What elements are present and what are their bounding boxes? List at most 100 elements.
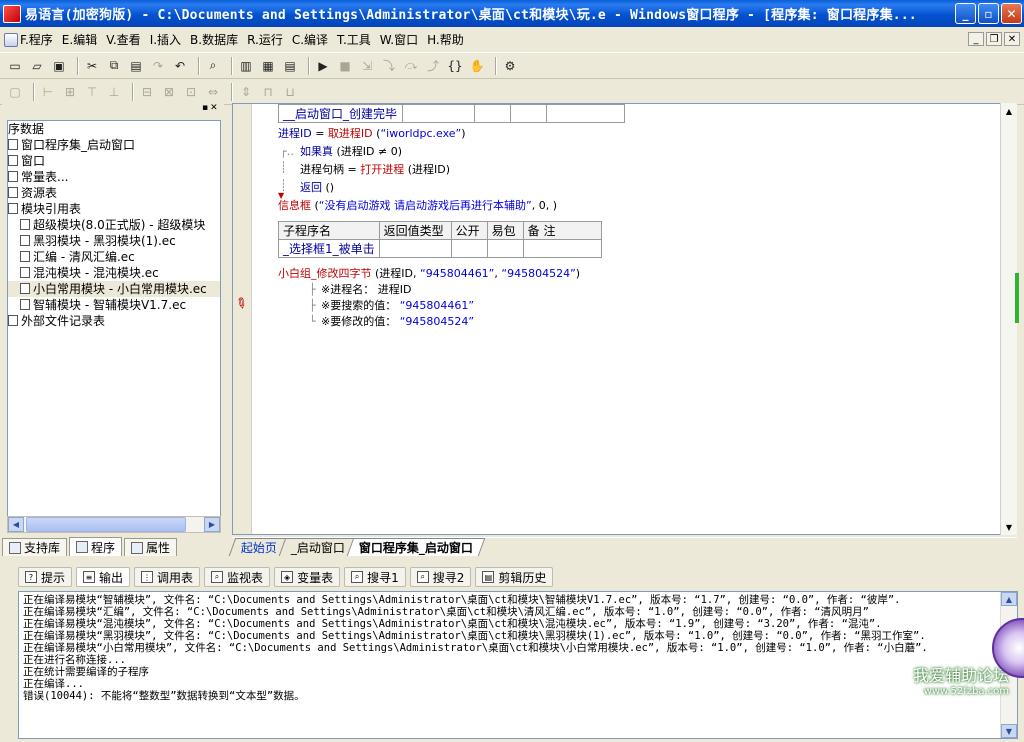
scroll-up-icon[interactable]: ▲ — [1001, 592, 1017, 606]
save-icon[interactable]: ▣ — [50, 57, 68, 75]
step-over-icon[interactable]: ⤼ — [402, 57, 420, 75]
mdi-restore-button[interactable]: ❐ — [986, 32, 1002, 46]
tab-search2[interactable]: ⌕ 搜寻2 — [409, 567, 472, 587]
close-button[interactable]: ✕ — [1001, 3, 1022, 24]
db-tool-icon[interactable]: ⚙ — [501, 57, 519, 75]
align-top-icon[interactable]: ⊤ — [83, 83, 101, 101]
menu-compile[interactable]: C.编译 — [292, 31, 328, 48]
tree-item[interactable]: 混沌模块 - 混沌模块.ec — [8, 265, 220, 281]
menu-tools[interactable]: T.工具 — [337, 31, 371, 48]
align-center-icon[interactable]: ⊞ — [61, 83, 79, 101]
tree-item[interactable]: 常量表... — [8, 169, 220, 185]
layout-3-icon[interactable]: ▤ — [281, 57, 299, 75]
table-cell[interactable]: _选择框1_被单击 — [278, 239, 380, 258]
run-icon[interactable]: ▶ — [314, 57, 332, 75]
space-v-icon[interactable]: ⇕ — [237, 83, 255, 101]
scroll-down-icon[interactable]: ▼ — [1001, 519, 1017, 535]
table-cell[interactable] — [546, 104, 625, 123]
tab-hint[interactable]: ? 提示 — [18, 567, 73, 587]
same-width-icon[interactable]: ⊟ — [138, 83, 156, 101]
tree-item[interactable]: 汇编 - 清风汇编.ec — [8, 249, 220, 265]
same-size-icon[interactable]: ⊡ — [182, 83, 200, 101]
tab-search1[interactable]: ⌕ 搜寻1 — [344, 567, 406, 587]
tree-item[interactable]: 模块引用表 — [8, 201, 220, 217]
center-h-icon[interactable]: ⊓ — [259, 83, 277, 101]
panel-close-icon[interactable]: ✕ — [210, 103, 218, 113]
tree-hscrollbar[interactable]: ◀ ▶ — [7, 516, 221, 533]
tab-call-table[interactable]: ⋮ 调用表 — [134, 567, 201, 587]
tree-item[interactable]: 窗口程序集_启动窗口 — [8, 137, 220, 153]
table-cell[interactable] — [378, 239, 452, 258]
tab-properties[interactable]: 属性 — [124, 538, 178, 556]
find-icon[interactable]: ⌕ — [204, 57, 222, 75]
code-line[interactable]: 如果真 (进程ID ≠ 0) — [300, 144, 402, 160]
table-cell[interactable] — [450, 239, 488, 258]
scroll-left-icon[interactable]: ◀ — [8, 517, 24, 532]
redo-icon[interactable]: ↷ — [149, 57, 167, 75]
mdi-close-button[interactable]: ✕ — [1004, 32, 1020, 46]
menu-program[interactable]: F.程序 — [4, 31, 53, 48]
table-cell[interactable] — [486, 239, 524, 258]
code-editor[interactable]: __启动窗口_创建完毕 进程ID = 取进程ID (“iworldpc.exe”… — [232, 103, 1017, 535]
menu-database[interactable]: B.数据库 — [190, 31, 238, 48]
menu-help[interactable]: H.帮助 — [427, 31, 464, 48]
menu-run[interactable]: R.运行 — [247, 31, 283, 48]
stop-icon[interactable]: ■ — [336, 57, 354, 75]
align-grid-icon[interactable]: ▢ — [6, 83, 24, 101]
new-file-icon[interactable]: ▭ — [6, 57, 24, 75]
table-cell[interactable] — [522, 239, 602, 258]
menu-window[interactable]: W.窗口 — [380, 31, 418, 48]
tab-watch[interactable]: ⌕ 监视表 — [204, 567, 271, 587]
scroll-thumb[interactable] — [1015, 273, 1019, 323]
tree-item[interactable]: 窗口 — [8, 153, 220, 169]
tab-output[interactable]: ≡ 输出 — [76, 567, 131, 587]
tree-item[interactable]: 外部文件记录表 — [8, 313, 220, 329]
paste-icon[interactable]: ▤ — [127, 57, 145, 75]
tab-program-set[interactable]: 窗口程序集_启动窗口 — [346, 538, 486, 556]
center-v-icon[interactable]: ⊔ — [281, 83, 299, 101]
tab-variables[interactable]: ◈ 变量表 — [274, 567, 341, 587]
menu-edit[interactable]: E.编辑 — [62, 31, 97, 48]
panel-pin-icon[interactable]: ▪ — [202, 103, 208, 113]
tree-item-selected[interactable]: 小白常用模块 - 小白常用模块.ec — [8, 281, 220, 297]
tree-item[interactable]: 黑羽模块 - 黑羽模块(1).ec — [8, 233, 220, 249]
editor-vscrollbar[interactable]: ▲ ▼ — [1000, 103, 1019, 535]
tree-item[interactable]: 超级模块(8.0正式版) - 超级模块 — [8, 217, 220, 233]
tree-item[interactable]: 序数据 — [8, 121, 220, 137]
step-into-icon[interactable]: ⤵ — [380, 57, 398, 75]
mdi-minimize-button[interactable]: _ — [968, 32, 984, 46]
minimize-button[interactable]: _ — [955, 3, 976, 24]
cut-icon[interactable]: ✂ — [83, 57, 101, 75]
tab-support-lib[interactable]: 支持库 — [2, 538, 68, 556]
table-cell[interactable] — [402, 104, 475, 123]
undo-icon[interactable]: ↶ — [171, 57, 189, 75]
same-height-icon[interactable]: ⊠ — [160, 83, 178, 101]
code-line[interactable]: 小白组_修改四字节 (进程ID, “945804461”, “945804524… — [278, 266, 580, 282]
space-h-icon[interactable]: ⇔ — [204, 83, 222, 101]
tab-program[interactable]: 程序 — [69, 537, 123, 556]
table-cell[interactable] — [474, 104, 511, 123]
hand-icon[interactable]: ✋ — [468, 57, 486, 75]
tab-startup-window[interactable]: _启动窗口 — [278, 538, 358, 556]
layout-2-icon[interactable]: ▦ — [259, 57, 277, 75]
align-bottom-icon[interactable]: ⊥ — [105, 83, 123, 101]
align-left-icon[interactable]: ⊢ — [39, 83, 57, 101]
sub-name-cell[interactable]: __启动窗口_创建完毕 — [278, 104, 403, 123]
tree-item[interactable]: 资源表 — [8, 185, 220, 201]
maximize-button[interactable]: ▫ — [978, 3, 999, 24]
open-folder-icon[interactable]: ▱ — [28, 57, 46, 75]
scroll-right-icon[interactable]: ▶ — [204, 517, 220, 532]
menu-view[interactable]: V.查看 — [106, 31, 140, 48]
code-line[interactable]: 进程句柄 = 打开进程 (进程ID) — [300, 162, 450, 178]
table-cell[interactable] — [510, 104, 547, 123]
scroll-up-icon[interactable]: ▲ — [1001, 103, 1017, 119]
step-icon[interactable]: ⇲ — [358, 57, 376, 75]
braces-icon[interactable]: {} — [446, 57, 464, 75]
code-area[interactable]: __启动窗口_创建完毕 进程ID = 取进程ID (“iworldpc.exe”… — [233, 104, 1016, 534]
output-panel[interactable]: 正在编译易模块“智辅模块”, 文件名: “C:\Documents and Se… — [18, 591, 1018, 739]
layout-1-icon[interactable]: ▥ — [237, 57, 255, 75]
code-line[interactable]: 信息框 (“没有启动游戏 请启动游戏后再进行本辅助”, 0, ) — [278, 198, 557, 214]
tab-clip-history[interactable]: ▤ 剪辑历史 — [475, 567, 554, 587]
tree-item[interactable]: 智辅模块 - 智辅模块V1.7.ec — [8, 297, 220, 313]
scroll-thumb[interactable] — [26, 517, 186, 532]
